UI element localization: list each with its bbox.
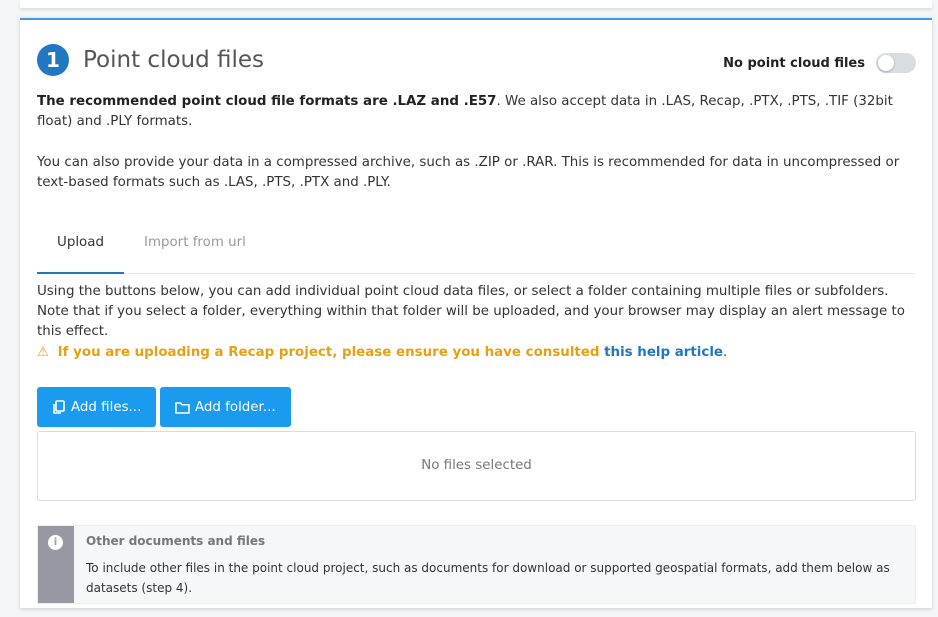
info-title: Other documents and files bbox=[86, 534, 266, 548]
folder-icon bbox=[175, 401, 190, 414]
tab-import-from-url[interactable]: Import from url bbox=[144, 228, 246, 274]
add-files-label: Add files... bbox=[71, 399, 142, 415]
add-files-button[interactable]: Add files... bbox=[37, 387, 156, 427]
formats-paragraph: The recommended point cloud file formats… bbox=[37, 92, 907, 132]
help-article-link[interactable]: this help article bbox=[604, 345, 723, 360]
add-folder-label: Add folder... bbox=[195, 399, 276, 415]
warning-icon: ⚠ bbox=[37, 345, 50, 360]
warning-end: . bbox=[723, 345, 728, 360]
toggle-knob bbox=[878, 55, 894, 71]
point-cloud-files-card: 1 Point cloud files No point cloud files… bbox=[20, 18, 932, 608]
copy-files-icon bbox=[53, 399, 65, 414]
add-folder-button[interactable]: Add folder... bbox=[160, 387, 291, 427]
other-documents-info-box: i Other documents and files To include o… bbox=[37, 525, 916, 604]
previous-card-edge bbox=[20, 0, 932, 8]
archive-paragraph: You can also provide your data in a comp… bbox=[37, 155, 900, 190]
no-point-cloud-toggle-group: No point cloud files bbox=[723, 53, 916, 73]
step-number-badge: 1 bbox=[37, 44, 69, 76]
recap-warning: ⚠ If you are uploading a Recap project, … bbox=[37, 343, 727, 363]
recommended-formats-text: The recommended point cloud file formats… bbox=[37, 94, 497, 109]
no-files-text: No files selected bbox=[421, 458, 532, 473]
file-drop-zone[interactable]: No files selected bbox=[37, 431, 916, 501]
tab-upload[interactable]: Upload bbox=[37, 228, 124, 274]
info-text: To include other files in the point clou… bbox=[86, 561, 890, 595]
no-point-cloud-toggle[interactable] bbox=[876, 53, 916, 73]
section-title: Point cloud files bbox=[83, 47, 265, 73]
upload-tabs: Upload Import from url bbox=[37, 228, 915, 274]
toggle-label: No point cloud files bbox=[723, 55, 865, 71]
warning-text: If you are uploading a Recap project, pl… bbox=[57, 345, 605, 360]
upload-instructions: Using the buttons below, you can add ind… bbox=[37, 284, 905, 339]
info-icon: i bbox=[48, 535, 63, 550]
info-sidebar: i bbox=[38, 526, 74, 603]
